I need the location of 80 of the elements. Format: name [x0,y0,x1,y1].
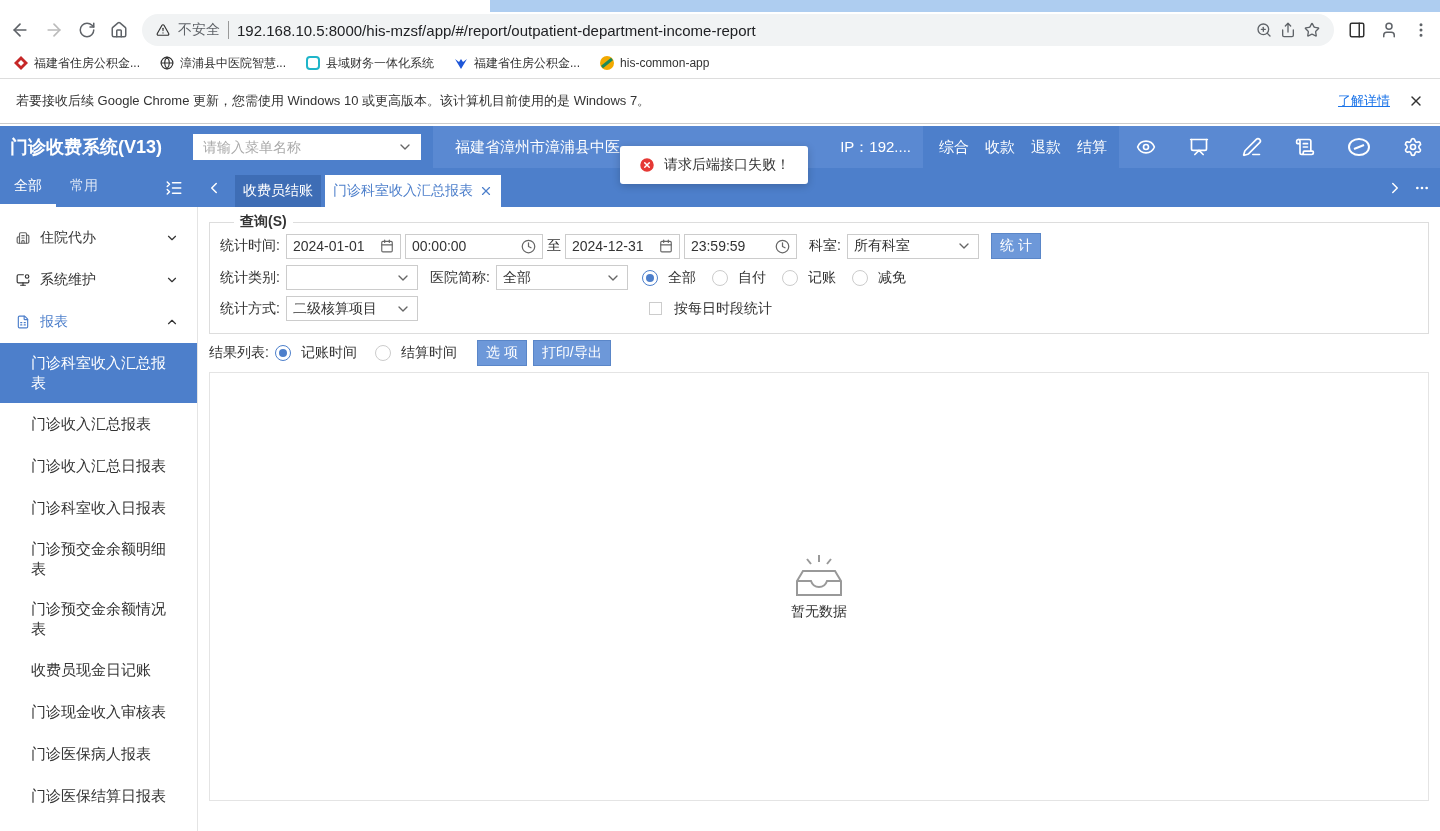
hospital-name: 福建省漳州市漳浦县中医 [455,137,620,157]
monitor-icon [16,273,30,287]
empty-tray-icon [795,552,843,597]
home-icon[interactable] [110,21,128,39]
learn-more-link[interactable]: 了解详情 [1338,92,1390,110]
bookmark[interactable]: 福建省住房公积金... [14,54,140,72]
radio-label: 减免 [877,268,906,287]
field-label: 统计类别: [220,268,280,287]
page-tab[interactable]: 门诊科室收入汇总报表 [325,175,501,207]
calendar-icon [658,239,673,253]
radio-label: 记账 [807,268,836,287]
method-select[interactable]: 二级核算项目 [285,296,418,321]
update-message: 若要接收后续 Google Chrome 更新，您需使用 Windows 10 或更高版本。该计算机目前使用的是 Windows 7。 [16,92,652,110]
settings-icon[interactable] [1403,137,1424,157]
menu-group[interactable]: 住院代办 [0,217,197,259]
toast-message: 请求后端接口失败！ [664,156,790,174]
app-title: 门诊收费系统(V13) [9,136,163,159]
menu-link[interactable]: 收款 [985,137,1015,157]
field-label: 统计方式: [220,299,280,318]
page-tab[interactable]: 收费员结账 [235,175,321,207]
bird-logo-icon [454,56,469,70]
presentation-icon[interactable] [1188,137,1209,157]
menu-link[interactable]: 退款 [1031,137,1061,157]
clock-icon [774,238,790,254]
calendar-icon [379,239,394,253]
sidebar-tab[interactable]: 全部 [0,168,56,207]
address-bar[interactable]: 不安全 192.168.10.5:8000/his-mzsf/app/#/report/outpatient-department-income-report [142,14,1334,46]
field-label: 统计时间: [220,237,280,255]
radio-label: 记账时间 [300,344,357,362]
side-panel-icon[interactable] [1348,21,1366,39]
range-separator: 至 [546,237,561,255]
radio-label: 自付 [737,268,766,287]
menu-search-field[interactable]: 请输入菜单名称 [193,134,421,160]
bookmark[interactable]: 福建省住房公积金... [454,54,581,72]
end-time-field[interactable]: 23:59:59 [683,233,797,259]
radio-label: 全部 [667,268,696,287]
bookmark[interactable]: his-common-app [600,56,710,70]
menu-group[interactable]: 系统维护 [0,259,197,301]
square-logo-icon [306,56,321,70]
scroll-icon[interactable] [1295,137,1316,157]
share-icon[interactable] [1280,22,1296,38]
menu-item[interactable]: 门诊科室收入汇总报表 [0,343,197,403]
checkbox-label: 按每日时段统计 [673,299,772,318]
report-icon [16,315,30,329]
menu-group[interactable]: 报表 [0,301,197,343]
pen-icon[interactable] [1241,137,1262,157]
field-label: 科室: [808,237,841,255]
field-label: 医院简称: [429,268,490,287]
reload-icon[interactable] [78,21,96,39]
error-icon [638,156,656,174]
star-icon[interactable] [1304,22,1320,38]
bookmark[interactable]: 县域财务一体化系统 [306,54,435,72]
collapse-menu-icon[interactable] [165,178,183,197]
menu-link[interactable]: 结算 [1077,137,1107,157]
url-text: 192.168.10.5:8000/his-mzsf/app/#/report/outpatient-department-income-report [237,21,757,39]
empty-message: 暂无数据 [791,602,847,621]
close-tab-icon[interactable] [479,184,493,198]
eye-icon[interactable] [1135,137,1156,157]
warning-icon [156,23,170,37]
start-time-field[interactable]: 00:00:00 [404,233,543,259]
radio-label: 结算时间 [400,344,457,362]
start-date-field[interactable]: 2024-01-01 [285,233,401,259]
bookmark[interactable]: 漳浦县中医院智慧... [160,54,287,72]
badge-icon[interactable] [1348,138,1371,156]
security-warning: 不安全 [178,21,229,39]
end-date-field[interactable]: 2024-12-31 [564,233,680,259]
query-legend: 查询(S) [234,213,293,231]
clock-icon [520,238,536,254]
zoom-icon[interactable] [1256,22,1272,38]
profile-icon[interactable] [1380,21,1398,39]
diamond-logo-icon [14,56,28,70]
results-label: 结果列表: [209,344,269,362]
hospital-select[interactable]: 全部 [495,265,628,290]
building-icon [16,231,30,245]
menu-link[interactable]: 综合 [939,137,969,157]
ip-address: IP：192.... [840,137,911,157]
globe-icon [160,56,174,70]
department-select[interactable]: 所有科室 [846,233,979,259]
ball-logo-icon [600,56,615,70]
checkbox[interactable] [648,302,662,315]
